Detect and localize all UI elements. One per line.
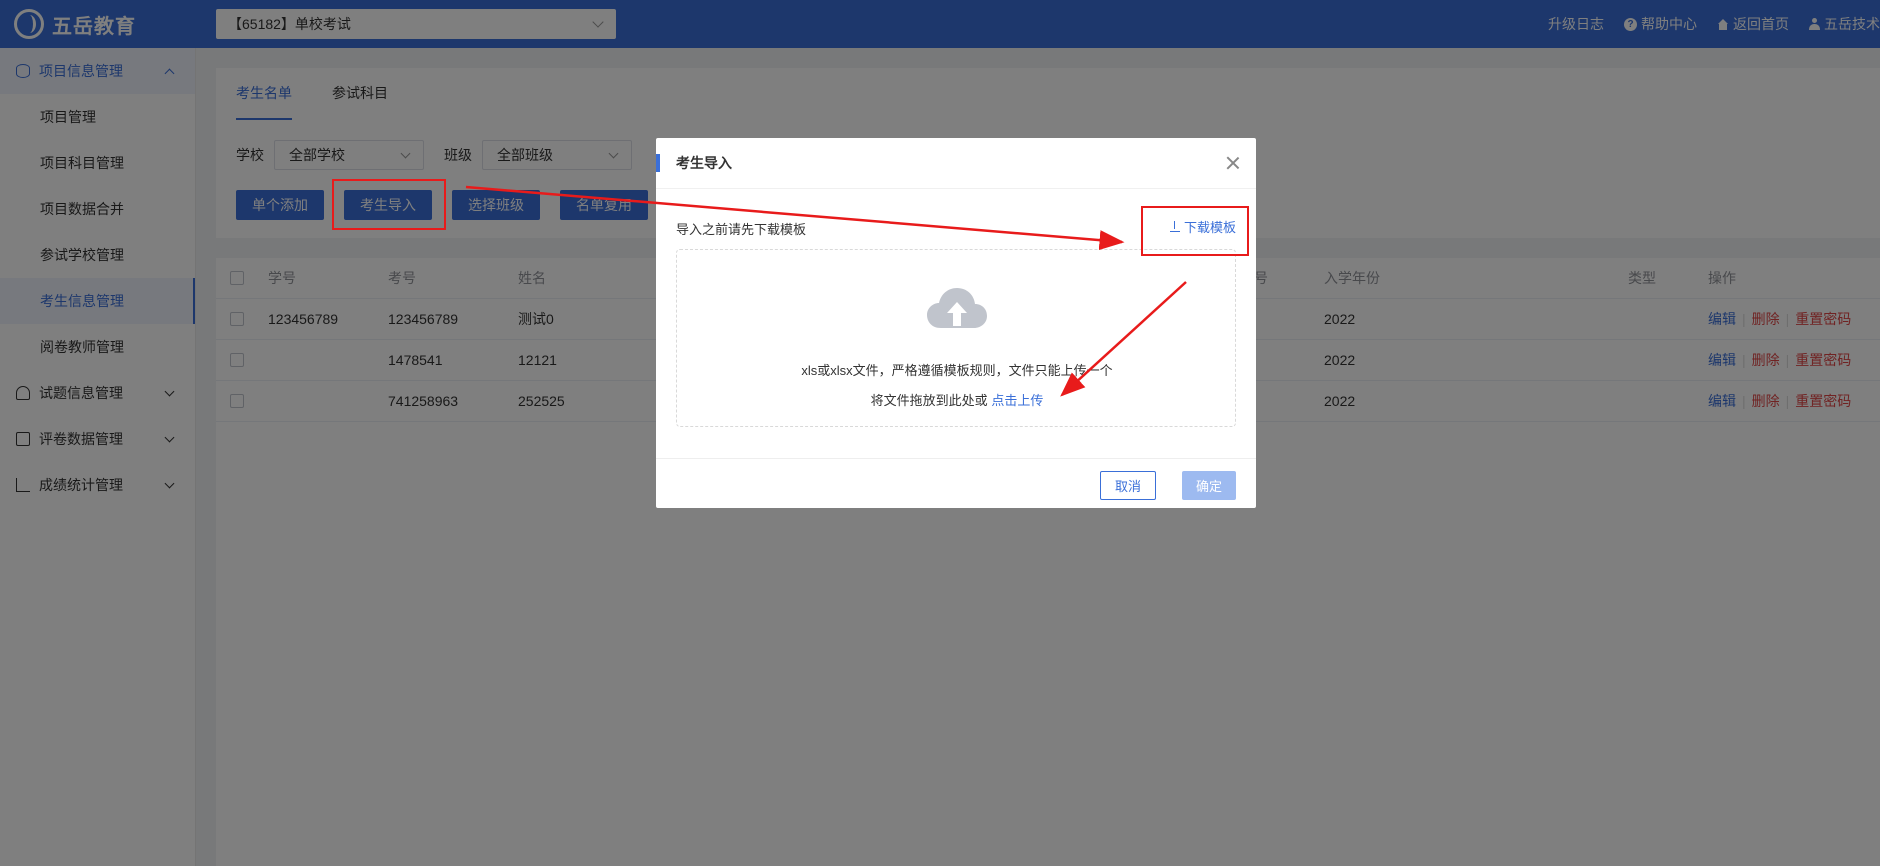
upload-dropzone[interactable]: xls或xlsx文件，严格遵循模板规则，文件只能上传一个 将文件拖放到此处或 点… bbox=[676, 249, 1236, 427]
click-upload-link[interactable]: 点击上传 bbox=[991, 393, 1043, 408]
upload-instruction: 将文件拖放到此处或 点击上传 bbox=[677, 390, 1237, 409]
confirm-button[interactable]: 确定 bbox=[1181, 471, 1236, 500]
upload-rules-text: xls或xlsx文件，严格遵循模板规则，文件只能上传一个 bbox=[801, 363, 1113, 378]
import-dialog: 考生导入 导入之前请先下载模板 下载模板 xls或xlsx文件，严格遵循模板规则… bbox=[656, 138, 1256, 508]
dialog-title: 考生导入 bbox=[676, 155, 732, 171]
highlight-box-download bbox=[1141, 206, 1249, 256]
dialog-footer: 取消 确定 bbox=[656, 458, 1256, 508]
dialog-header: 考生导入 bbox=[656, 138, 1256, 188]
import-hint: 导入之前请先下载模板 bbox=[676, 222, 807, 237]
cloud-upload-icon bbox=[927, 288, 987, 328]
cancel-button[interactable]: 取消 bbox=[1099, 471, 1156, 500]
drop-prefix-text: 将文件拖放到此处或 bbox=[870, 393, 988, 408]
close-icon[interactable] bbox=[1226, 156, 1240, 170]
highlight-box-import bbox=[332, 179, 446, 230]
